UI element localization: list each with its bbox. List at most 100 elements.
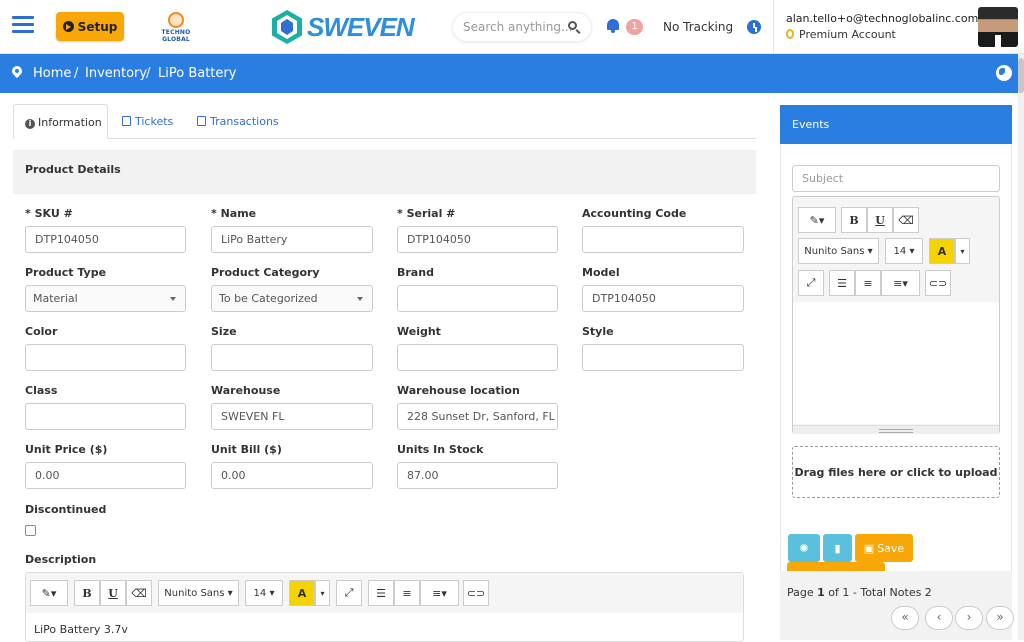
fullscreen-icon[interactable]: ⤢ bbox=[336, 580, 362, 606]
eraser-icon[interactable]: ⌫ bbox=[893, 207, 919, 233]
avatar[interactable] bbox=[978, 7, 1018, 47]
search-input[interactable]: Search anything... bbox=[452, 12, 592, 42]
align-icon[interactable]: ≡▾ bbox=[881, 270, 920, 296]
model-field[interactable]: DTP104050 bbox=[582, 285, 744, 312]
scrollbar[interactable] bbox=[1018, 54, 1024, 640]
subject-input[interactable]: Subject bbox=[792, 165, 1000, 192]
tab-information[interactable]: i Information bbox=[13, 104, 108, 139]
product-category-select[interactable]: To be Categorized bbox=[211, 285, 373, 312]
resize-handle[interactable] bbox=[793, 425, 999, 434]
discontinued-checkbox[interactable] bbox=[25, 525, 36, 536]
file-dropzone[interactable]: Drag files here or click to upload bbox=[792, 446, 1000, 498]
pager-current: 1 bbox=[817, 586, 825, 599]
underline-button[interactable]: U bbox=[100, 580, 126, 606]
save-label: Save bbox=[877, 541, 905, 555]
product-type-select[interactable]: Material bbox=[25, 285, 186, 312]
first-page-button[interactable]: « bbox=[891, 606, 919, 630]
style-field[interactable] bbox=[582, 344, 744, 371]
name-field[interactable]: LiPo Battery bbox=[211, 226, 373, 253]
warehouse-location-field[interactable]: 228 Sunset Dr, Sanford, FL 3 bbox=[397, 403, 558, 430]
search-icon[interactable] bbox=[568, 21, 577, 30]
play-icon bbox=[62, 21, 74, 32]
chevron-down-icon[interactable]: ▾ bbox=[955, 238, 970, 264]
section-title: Product Details bbox=[13, 150, 756, 194]
search-placeholder: Search anything... bbox=[463, 20, 573, 34]
last-page-button[interactable]: » bbox=[986, 606, 1014, 630]
class-label: Class bbox=[25, 384, 58, 397]
breadcrumb-home[interactable]: Home bbox=[33, 66, 71, 81]
next-page-button[interactable]: › bbox=[955, 606, 983, 630]
underline-button[interactable]: U bbox=[867, 207, 893, 233]
bold-button[interactable]: B bbox=[74, 580, 100, 606]
save-button[interactable]: ▣ Save bbox=[855, 534, 913, 562]
highlight-color-button[interactable]: A bbox=[289, 580, 315, 606]
link-icon[interactable]: ⊂⊃ bbox=[463, 580, 489, 606]
bold-button[interactable]: B bbox=[841, 207, 867, 233]
tab-tickets[interactable]: Tickets bbox=[122, 104, 173, 139]
globe-icon[interactable] bbox=[996, 65, 1012, 81]
sku-field[interactable]: DTP104050 bbox=[25, 226, 186, 253]
font-size-select[interactable]: 14 ▾ bbox=[245, 580, 283, 606]
tab-transactions[interactable]: Transactions bbox=[197, 104, 279, 139]
size-field[interactable] bbox=[211, 344, 373, 371]
magic-wand-icon[interactable]: ✎▾ bbox=[798, 207, 836, 233]
weight-field[interactable] bbox=[397, 344, 558, 371]
font-name: Nunito Sans bbox=[164, 587, 225, 599]
brand-label: Brand bbox=[397, 266, 434, 279]
units-in-stock-field[interactable]: 87.00 bbox=[397, 462, 558, 489]
prev-page-button[interactable]: ‹ bbox=[925, 606, 953, 630]
accounting-code-label: Accounting Code bbox=[582, 207, 687, 220]
bookmark-icon[interactable]: ▮ bbox=[823, 534, 852, 562]
numbered-list-icon[interactable]: ≡ bbox=[394, 580, 420, 606]
highlight-color-button[interactable]: A bbox=[929, 238, 955, 264]
class-field[interactable] bbox=[25, 403, 186, 430]
user-email[interactable]: alan.tello+o@technoglobalinc.com bbox=[786, 12, 978, 25]
fullscreen-icon[interactable]: ⤢ bbox=[798, 270, 824, 296]
brand-text: SWEVEN bbox=[307, 11, 415, 42]
serial-field[interactable]: DTP104050 bbox=[397, 226, 558, 253]
brand-field[interactable] bbox=[397, 285, 558, 312]
pagination bbox=[780, 571, 1012, 640]
clock-icon[interactable] bbox=[747, 20, 761, 34]
sweven-logo[interactable]: SWEVEN bbox=[270, 9, 415, 45]
product-category-label: Product Category bbox=[211, 266, 320, 279]
pager-info: of 1 - Total Notes 2 bbox=[828, 586, 932, 599]
font-family-select[interactable]: Nunito Sans ▾ bbox=[798, 238, 879, 264]
bullet-list-icon[interactable]: ☰ bbox=[829, 270, 855, 296]
warehouse-field[interactable]: SWEVEN FL bbox=[211, 403, 373, 430]
align-icon[interactable]: ≡▾ bbox=[420, 580, 459, 606]
tab-label: Transactions bbox=[210, 115, 279, 128]
spinner-icon[interactable]: ✺ bbox=[788, 534, 820, 562]
breadcrumb-current: LiPo Battery bbox=[158, 66, 237, 81]
unit-bill-field[interactable]: 0.00 bbox=[211, 462, 373, 489]
numbered-list-icon[interactable]: ≡ bbox=[855, 270, 881, 296]
setup-button[interactable]: Setup bbox=[56, 12, 124, 41]
bell-icon[interactable] bbox=[607, 19, 621, 33]
event-text-area[interactable] bbox=[793, 302, 999, 424]
magic-wand-icon[interactable]: ✎▾ bbox=[30, 580, 68, 606]
setup-label: Setup bbox=[77, 19, 118, 34]
bullet-list-icon[interactable]: ☰ bbox=[368, 580, 394, 606]
eraser-icon[interactable]: ⌫ bbox=[126, 580, 152, 606]
pagination-text: Page 1 of 1 - Total Notes 2 bbox=[787, 586, 932, 599]
info-icon: i bbox=[25, 119, 35, 129]
link-icon[interactable]: ⊂⊃ bbox=[925, 270, 951, 296]
notification-badge[interactable]: 1 bbox=[626, 19, 643, 35]
font-size-select[interactable]: 14 ▾ bbox=[885, 238, 923, 264]
accounting-code-field[interactable] bbox=[582, 226, 744, 253]
chevron-down-icon[interactable]: ▾ bbox=[315, 580, 330, 606]
tracking-status[interactable]: No Tracking bbox=[663, 20, 733, 34]
hamburger-menu-icon[interactable] bbox=[12, 16, 34, 34]
medal-icon bbox=[786, 29, 794, 39]
unit-price-field[interactable]: 0.00 bbox=[25, 462, 186, 489]
description-text[interactable]: LiPo Battery 3.7v bbox=[34, 623, 128, 636]
sku-label: * SKU # bbox=[25, 207, 73, 220]
model-label: Model bbox=[582, 266, 620, 279]
font-size-value: 14 bbox=[893, 245, 907, 257]
document-icon bbox=[197, 116, 206, 126]
font-family-select[interactable]: Nunito Sans ▾ bbox=[158, 580, 239, 606]
description-label: Description bbox=[25, 553, 97, 566]
color-field[interactable] bbox=[25, 344, 186, 371]
breadcrumb-inventory[interactable]: Inventory bbox=[85, 66, 147, 81]
description-editor: ✎▾ B U ⌫ Nunito Sans ▾ 14 ▾ A ▾ ⤢ ☰ ≡ ≡▾… bbox=[25, 572, 744, 642]
